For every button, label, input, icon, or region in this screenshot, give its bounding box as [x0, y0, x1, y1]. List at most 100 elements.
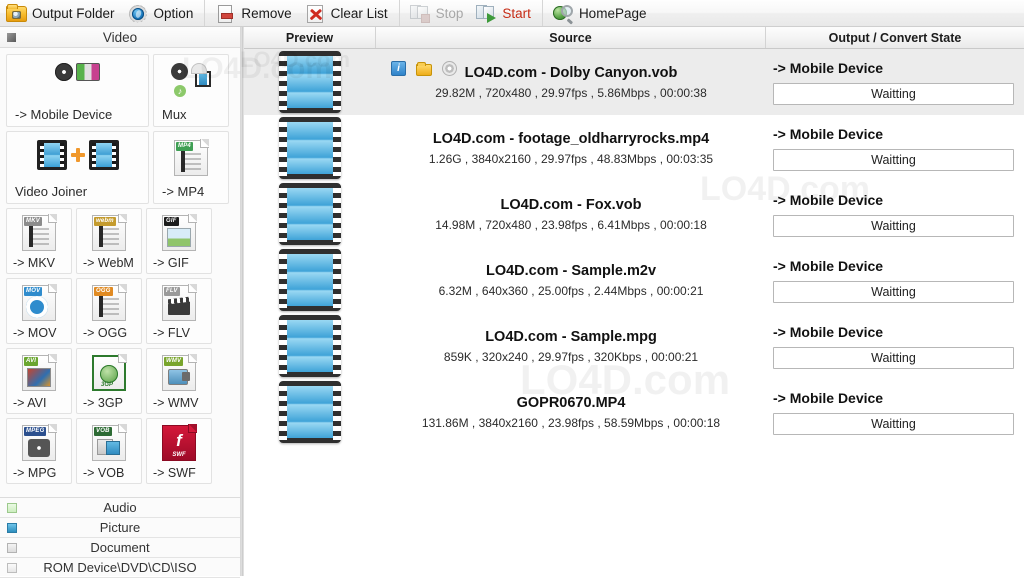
format-tile-ogg[interactable]: OGG-> OGG	[76, 278, 142, 344]
sidebar-category-document[interactable]: Document	[0, 538, 240, 558]
tile-icon-wrap	[7, 140, 148, 170]
format-tile-mkv[interactable]: MKV-> MKV	[6, 208, 72, 274]
table-row[interactable]: LO4D.com - Sample.mpg859K , 320x240 , 29…	[244, 313, 1024, 379]
cell-output: -> Mobile Device Waitting	[766, 181, 1024, 247]
convert-state-badge: Waitting	[773, 83, 1014, 105]
tile-icon-wrap: MPEG	[7, 425, 71, 461]
format-tile-row: -> Mobile Device♪ Mux	[6, 54, 236, 127]
format-tile-webm[interactable]: webm-> WebM	[76, 208, 142, 274]
toolbar-button-start[interactable]: Start	[470, 0, 538, 27]
output-target[interactable]: -> Mobile Device	[773, 258, 1014, 274]
format-tile-mux[interactable]: ♪ Mux	[153, 54, 229, 127]
format-tile-mp4[interactable]: MP4 -> MP4	[153, 131, 229, 204]
sidebar-category-audio[interactable]: Audio	[0, 498, 240, 518]
format-tile-row: Video Joiner MP4 -> MP4	[6, 131, 236, 204]
convert-state-badge: Waitting	[773, 215, 1014, 237]
output-target[interactable]: -> Mobile Device	[773, 390, 1014, 406]
format-tile-row: MOV-> MOVOGG-> OGG FLV -> FLV	[6, 278, 236, 344]
format-tile-row: MPEG -> MPG VOB -> VOB fSWF-> SWF	[6, 418, 236, 484]
table-row[interactable]: LO4D.com - Sample.m2v6.32M , 640x360 , 2…	[244, 247, 1024, 313]
cell-preview[interactable]	[244, 49, 376, 115]
source-title: LO4D.com - Sample.m2v	[486, 263, 656, 279]
flv-file-icon: FLV	[162, 285, 196, 321]
cell-preview[interactable]	[244, 313, 376, 379]
tile-icon-wrap: AVI	[7, 355, 71, 391]
format-tile-label: -> FLV	[147, 326, 211, 340]
cell-preview[interactable]	[244, 115, 376, 181]
format-tile-label: -> MPG	[7, 466, 71, 480]
folder-icon[interactable]	[416, 64, 432, 76]
convert-state-badge: Waitting	[773, 347, 1014, 369]
sidebar-category-label: Audio	[0, 500, 240, 515]
toolbar-button-homepage[interactable]: HomePage	[547, 0, 654, 27]
row-action-icons	[391, 61, 457, 76]
sidebar-category-rom[interactable]: ROM Device\DVD\CD\ISO	[0, 558, 240, 578]
mkv-file-icon: MKV	[22, 215, 56, 251]
webm-file-icon: webm	[92, 215, 126, 251]
format-tile-video-joiner[interactable]: Video Joiner	[6, 131, 149, 204]
tile-icon-wrap: ♪	[154, 63, 228, 97]
format-tile-label: -> VOB	[77, 466, 141, 480]
tile-icon-wrap: 3GP	[77, 355, 141, 391]
output-target[interactable]: -> Mobile Device	[773, 126, 1014, 142]
format-tile-gif[interactable]: GIF-> GIF	[146, 208, 212, 274]
toolbar-button-remove[interactable]: Remove	[209, 0, 298, 27]
gif-file-icon: GIF	[162, 215, 196, 251]
cell-output: -> Mobile DeviceWaitting	[766, 379, 1024, 445]
toolbar-button-stop[interactable]: Stop	[404, 0, 471, 27]
format-tile-avi[interactable]: AVI-> AVI	[6, 348, 72, 414]
toolbar-label-homepage: HomePage	[579, 6, 647, 21]
output-folder-icon	[5, 3, 27, 24]
sidebar-category-picture[interactable]: Picture	[0, 518, 240, 538]
format-tile-vob[interactable]: VOB -> VOB	[76, 418, 142, 484]
format-tile-swf[interactable]: fSWF-> SWF	[146, 418, 212, 484]
format-tile-label: -> SWF	[147, 466, 211, 480]
table-row[interactable]: LO4D.com - Dolby Canyon.vob29.82M , 720x…	[244, 49, 1024, 115]
info-icon[interactable]	[391, 61, 406, 76]
tile-icon-wrap: webm	[77, 215, 141, 251]
toolbar-label-remove: Remove	[241, 6, 291, 21]
cell-output: -> Mobile Device Waitting	[766, 313, 1024, 379]
toolbar-label-clear-list: Clear List	[331, 6, 388, 21]
output-target[interactable]: -> Mobile Device	[773, 60, 1014, 76]
film-thumbnail-icon	[279, 315, 341, 377]
sidebar-header-video[interactable]: Video	[0, 27, 240, 48]
format-tile-3gp[interactable]: 3GP-> 3GP	[76, 348, 142, 414]
gear-icon	[127, 3, 149, 24]
source-meta: 14.98M , 720x480 , 23.98fps , 6.41Mbps ,…	[435, 218, 707, 232]
cell-preview[interactable]	[244, 181, 376, 247]
format-tile-label: -> MP4	[154, 184, 228, 199]
mp4-file-icon: MP4	[174, 140, 208, 176]
cell-preview[interactable]	[244, 247, 376, 313]
column-header-preview[interactable]: Preview	[244, 27, 376, 48]
format-tile-label: Mux	[154, 107, 228, 122]
convert-state-badge: Waitting	[773, 149, 1014, 171]
column-header-source[interactable]: Source	[376, 27, 766, 48]
tile-icon-wrap: WMV	[147, 355, 211, 391]
format-tile-label: -> WMV	[147, 396, 211, 410]
toolbar-separator-2	[399, 0, 400, 26]
tile-icon-wrap: MP4	[154, 140, 228, 176]
format-tile-mpg[interactable]: MPEG -> MPG	[6, 418, 72, 484]
output-target[interactable]: -> Mobile Device	[773, 192, 1014, 208]
main-toolbar: Output Folder Option Remove Clear List S…	[0, 0, 1024, 27]
toolbar-button-clear-list[interactable]: Clear List	[299, 0, 395, 27]
format-tile-mov[interactable]: MOV-> MOV	[6, 278, 72, 344]
toolbar-label-option: Option	[154, 6, 194, 21]
column-header-output[interactable]: Output / Convert State	[766, 27, 1024, 48]
format-tile-mobile-device[interactable]: -> Mobile Device	[6, 54, 149, 127]
format-tile-flv[interactable]: FLV -> FLV	[146, 278, 212, 344]
cell-preview[interactable]	[244, 379, 376, 445]
format-tile-wmv[interactable]: WMV -> WMV	[146, 348, 212, 414]
table-row[interactable]: LO4D.com - footage_oldharryrocks.mp41.26…	[244, 115, 1024, 181]
toolbar-label-stop: Stop	[436, 6, 464, 21]
table-row[interactable]: GOPR0670.MP4131.86M , 3840x2160 , 23.98f…	[244, 379, 1024, 445]
disc-icon[interactable]	[442, 61, 457, 76]
toolbar-button-output-folder[interactable]: Output Folder	[0, 0, 122, 27]
toolbar-button-option[interactable]: Option	[122, 0, 201, 27]
ogg-file-icon: OGG	[92, 285, 126, 321]
wmv-file-icon: WMV	[162, 355, 196, 391]
vob-file-icon: VOB	[92, 425, 126, 461]
output-target[interactable]: -> Mobile Device	[773, 324, 1014, 340]
table-row[interactable]: LO4D.com - Fox.vob14.98M , 720x480 , 23.…	[244, 181, 1024, 247]
